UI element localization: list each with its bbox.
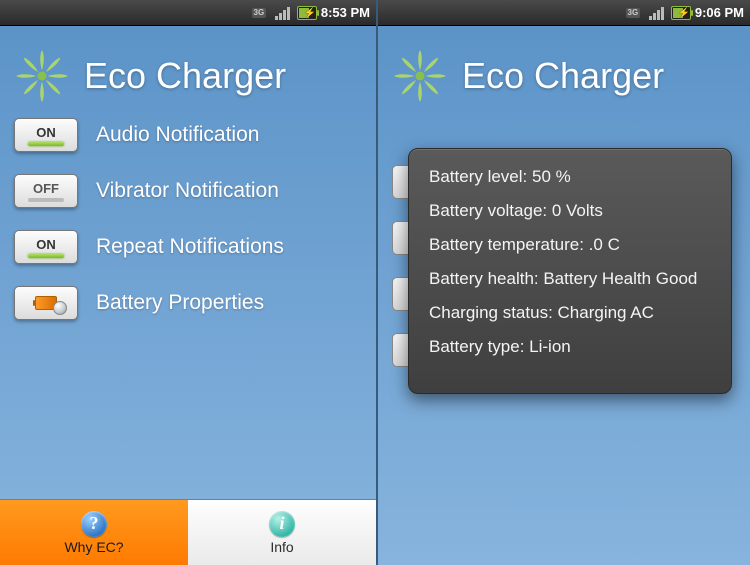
signal-strength-icon: [273, 4, 293, 22]
app-header: Eco Charger: [0, 26, 376, 112]
battery-charging-icon: ⚡: [297, 4, 317, 22]
toggle-state-label: ON: [36, 125, 56, 140]
tab-label: Why EC?: [64, 539, 123, 555]
eco-logo-icon: [14, 48, 70, 104]
eco-logo-icon: [392, 48, 448, 104]
setting-row-audio: ON Audio Notification: [14, 118, 362, 152]
charging-status-line: Charging status: Charging AC: [429, 303, 711, 323]
toggle-state-label: OFF: [33, 181, 59, 196]
battery-charging-icon: ⚡: [671, 4, 691, 22]
battery-properties-button[interactable]: [14, 286, 78, 320]
toggle-state-label: ON: [36, 237, 56, 252]
obscured-toggle: [392, 277, 408, 311]
app-title: Eco Charger: [462, 55, 664, 97]
battery-health-line: Battery health: Battery Health Good: [429, 269, 711, 289]
obscured-toggle: [392, 165, 408, 199]
network-3g-icon: 3G: [249, 4, 269, 22]
battery-type-line: Battery type: Li-ion: [429, 337, 711, 357]
clock: 8:53 PM: [321, 5, 370, 20]
tab-why-ec[interactable]: ? Why EC?: [0, 500, 188, 565]
phone-screen-info-popup: 3G ⚡ 9:06 PM: [378, 0, 750, 565]
status-bar: 3G ⚡ 9:06 PM: [378, 0, 750, 26]
setting-label: Repeat Notifications: [96, 235, 284, 259]
setting-label: Audio Notification: [96, 123, 259, 147]
battery-level-line: Battery level: 50 %: [429, 167, 711, 187]
app-title: Eco Charger: [84, 55, 286, 97]
setting-label: Vibrator Notification: [96, 179, 279, 203]
question-mark-icon: ?: [81, 511, 107, 537]
setting-row-vibrator: OFF Vibrator Notification: [14, 174, 362, 208]
toggle-vibrator-notification[interactable]: OFF: [14, 174, 78, 208]
setting-row-repeat: ON Repeat Notifications: [14, 230, 362, 264]
network-3g-icon: 3G: [623, 4, 643, 22]
status-bar: 3G ⚡ 8:53 PM: [0, 0, 376, 26]
toggle-repeat-notifications[interactable]: ON: [14, 230, 78, 264]
tab-label: Info: [270, 539, 293, 555]
battery-info-panel[interactable]: Battery level: 50 % Battery voltage: 0 V…: [408, 148, 732, 394]
obscured-toggle: [392, 221, 408, 255]
coin-icon: [53, 301, 67, 315]
toggle-audio-notification[interactable]: ON: [14, 118, 78, 152]
app-header: Eco Charger: [378, 26, 750, 112]
settings-list: ON Audio Notification OFF Vibrator Notif…: [0, 112, 376, 320]
battery-temperature-line: Battery temperature: .0 C: [429, 235, 711, 255]
setting-label: Battery Properties: [96, 291, 264, 315]
phone-screen-settings: 3G ⚡ 8:53 PM: [0, 0, 378, 565]
tab-bar: ? Why EC? i Info: [0, 499, 376, 565]
setting-row-battery-properties: Battery Properties: [14, 286, 362, 320]
tab-info[interactable]: i Info: [188, 500, 376, 565]
obscured-settings: [392, 165, 408, 367]
signal-strength-icon: [647, 4, 667, 22]
battery-voltage-line: Battery voltage: 0 Volts: [429, 201, 711, 221]
obscured-toggle: [392, 333, 408, 367]
clock: 9:06 PM: [695, 5, 744, 20]
info-icon: i: [269, 511, 295, 537]
